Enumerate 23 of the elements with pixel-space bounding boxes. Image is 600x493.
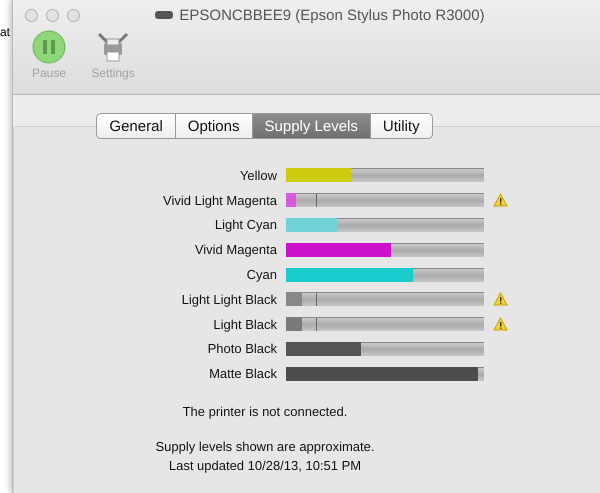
- printer-icon: [155, 11, 174, 19]
- close-button[interactable]: [25, 8, 38, 22]
- ink-label: Light Black: [212, 316, 277, 332]
- tab[interactable]: General: [96, 113, 176, 139]
- pause-icon: [32, 30, 66, 64]
- tab[interactable]: Utility: [370, 113, 433, 139]
- tab[interactable]: Supply Levels: [252, 113, 371, 139]
- window-title: EPSONCBBEE9 (Epson Stylus Photo R3000): [179, 6, 485, 24]
- background-text: at: [0, 25, 10, 39]
- tab[interactable]: Options: [176, 113, 252, 139]
- ink-label: Light Light Black: [180, 292, 277, 307]
- status-message: The printer is not connected.: [182, 404, 348, 420]
- ink-label: Matte Black: [208, 366, 277, 382]
- info-note: Supply levels shown are approximate.: [156, 439, 374, 454]
- ink-label: Yellow: [238, 168, 277, 183]
- ink-label: Light Cyan: [214, 217, 277, 232]
- ink-label: Photo Black: [206, 341, 277, 356]
- ink-label: Vivid Magenta: [194, 242, 277, 258]
- info-note: Last updated 10/28/13, 10:51 PM: [168, 458, 362, 474]
- ink-label: Vivid Light Magenta: [162, 192, 277, 208]
- minimize-button[interactable]: [46, 8, 59, 22]
- zoom-button[interactable]: [67, 8, 80, 22]
- ink-label: Cyan: [246, 267, 277, 282]
